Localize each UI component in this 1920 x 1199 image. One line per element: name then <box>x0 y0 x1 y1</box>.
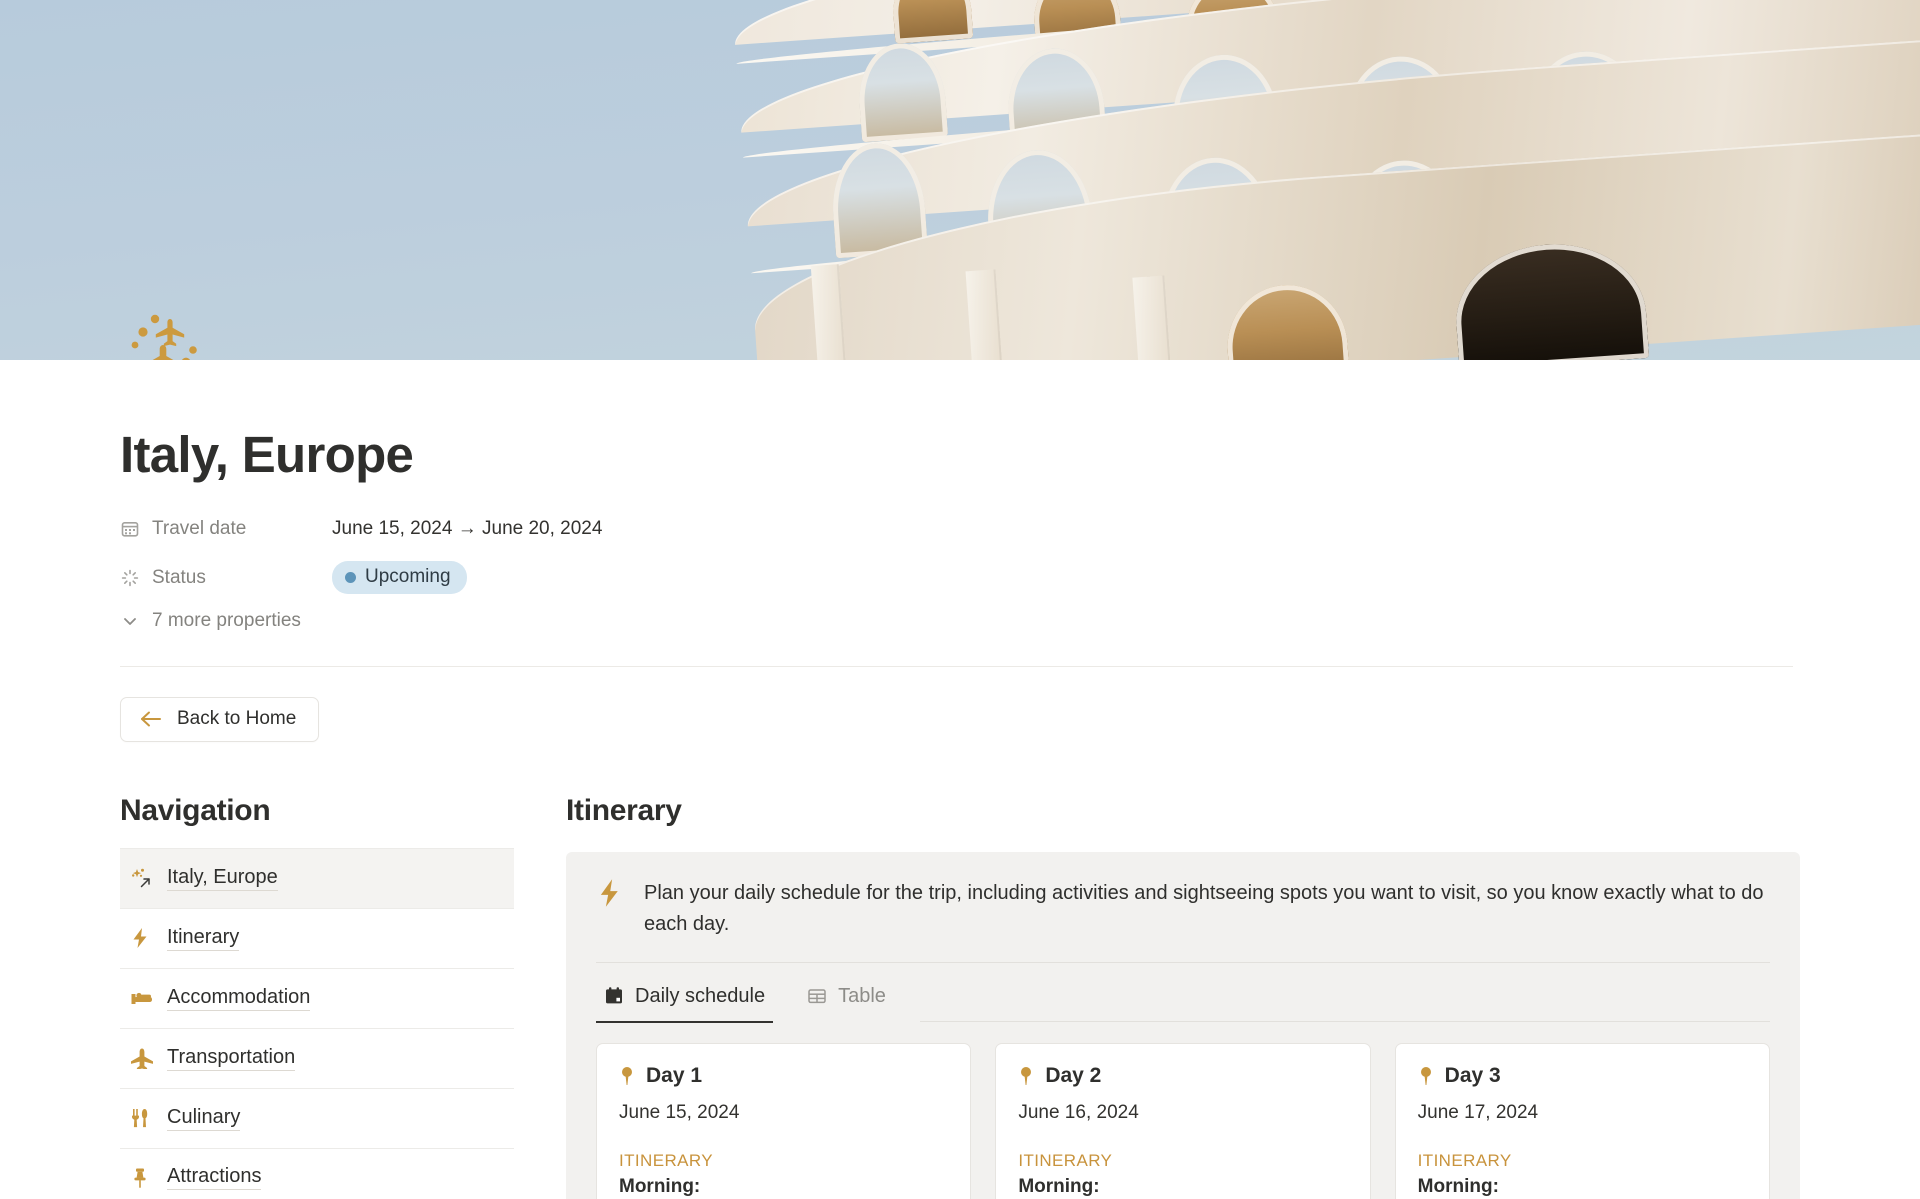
tab-daily-schedule[interactable]: Daily schedule <box>596 973 774 1023</box>
sidebar-item-label: Transportation <box>167 1046 296 1071</box>
day-card[interactable]: Day 3 June 17, 2024 ITINERARY Morning: 9… <box>1394 1042 1770 1199</box>
sidebar-item-attractions[interactable]: Attractions <box>120 1147 514 1199</box>
day-card-section-label: ITINERARY <box>1417 1150 1512 1170</box>
property-value-status: Upcoming <box>332 561 467 595</box>
day-card-date: June 15, 2024 <box>619 1101 740 1123</box>
property-value-travel-date: June 15, 2024 → June 20, 2024 <box>332 517 603 539</box>
sidebar-item-label: Itinerary <box>167 926 240 951</box>
sidebar-item-label: Italy, Europe <box>167 866 278 891</box>
day-card-part-label: Morning: <box>1018 1175 1100 1197</box>
lightning-icon <box>130 927 154 949</box>
header-divider <box>120 665 1793 667</box>
chevron-down-icon <box>120 611 140 631</box>
day-card-section-label: ITINERARY <box>1018 1150 1113 1170</box>
day-card-date: June 16, 2024 <box>1018 1101 1139 1123</box>
tabs-rule <box>919 1020 1770 1022</box>
hero-banner <box>0 0 1920 360</box>
more-properties-toggle[interactable]: 7 more properties <box>120 610 1800 632</box>
day-card[interactable]: Day 2 June 16, 2024 ITINERARY Morning: 9… <box>995 1042 1371 1199</box>
tab-daily-schedule-label: Daily schedule <box>635 984 766 1007</box>
sidebar-item-transportation[interactable]: Transportation <box>120 1027 514 1088</box>
itinerary-tabs: Daily schedule Table <box>596 963 1770 1023</box>
navigation-panel: Navigation Italy, Europe Itinerary Accom… <box>120 794 514 1199</box>
pushpin-icon <box>619 1066 635 1086</box>
day-card-title: Day 2 <box>1045 1063 1102 1087</box>
pushpin-icon <box>130 1167 154 1189</box>
calendar-icon <box>604 986 624 1006</box>
page-title: Italy, Europe <box>120 426 414 483</box>
itinerary-callout-text: Plan your daily schedule for the trip, i… <box>644 881 1764 935</box>
tab-table[interactable]: Table <box>799 973 894 1023</box>
sidebar-item-label: Culinary <box>167 1106 241 1131</box>
table-icon <box>807 986 827 1006</box>
property-row-travel-date[interactable]: Travel date June 15, 2024 → June 20, 202… <box>120 511 1800 547</box>
day-card-section-label: ITINERARY <box>619 1150 713 1170</box>
pushpin-icon <box>1418 1066 1434 1086</box>
navigation-list: Italy, Europe Itinerary Accommodation Tr… <box>120 847 514 1199</box>
day-card-title: Day 3 <box>1444 1063 1501 1087</box>
back-to-home-label: Back to Home <box>177 707 297 729</box>
sidebar-item-label: Attractions <box>167 1165 262 1191</box>
navigation-heading: Navigation <box>120 793 271 827</box>
sparkler-link-icon <box>130 867 154 889</box>
property-row-status[interactable]: Status Upcoming <box>120 560 1800 596</box>
lightning-icon <box>596 878 622 940</box>
calendar-icon <box>120 519 140 539</box>
status-dot-icon <box>345 571 356 583</box>
day-card-date: June 17, 2024 <box>1417 1101 1539 1123</box>
sidebar-item-label: Accommodation <box>167 986 311 1011</box>
more-properties-label: 7 more properties <box>152 609 301 631</box>
status-badge-label: Upcoming <box>365 566 451 588</box>
sidebar-item-itinerary[interactable]: Itinerary <box>120 907 514 968</box>
sidebar-item-accommodation[interactable]: Accommodation <box>120 967 514 1028</box>
itinerary-heading: Itinerary <box>566 793 682 827</box>
airplane-icon <box>130 1047 154 1070</box>
status-spinner-icon <box>120 568 140 588</box>
property-label-status: Status <box>152 566 206 588</box>
sidebar-item-italy-europe[interactable]: Italy, Europe <box>120 847 514 908</box>
colosseum-illustration <box>728 0 1920 360</box>
properties-list: Travel date June 15, 2024 → June 20, 202… <box>120 511 1800 632</box>
arrow-left-icon <box>139 710 163 728</box>
pushpin-icon <box>1018 1066 1034 1086</box>
airplane-sparkle-emoji <box>131 314 197 360</box>
day-card-title: Day 1 <box>646 1063 703 1087</box>
sidebar-item-culinary[interactable]: Culinary <box>120 1087 514 1148</box>
back-to-home-button[interactable]: Back to Home <box>120 696 320 742</box>
bed-icon <box>130 988 154 1008</box>
itinerary-callout: Plan your daily schedule for the trip, i… <box>566 851 1800 1199</box>
day-card[interactable]: Day 1 June 15, 2024 ITINERARY Morning: 9… <box>596 1042 972 1199</box>
fork-knife-icon <box>130 1107 154 1129</box>
tab-table-label: Table <box>838 984 886 1007</box>
status-badge[interactable]: Upcoming <box>332 561 467 595</box>
property-label-travel-date: Travel date <box>152 517 247 539</box>
day-card-part-label: Morning: <box>1417 1175 1499 1197</box>
day-card-part-label: Morning: <box>619 1175 701 1197</box>
itinerary-panel: Itinerary Plan your daily schedule for t… <box>566 794 1800 1199</box>
day-cards: Day 1 June 15, 2024 ITINERARY Morning: 9… <box>596 1042 1770 1199</box>
